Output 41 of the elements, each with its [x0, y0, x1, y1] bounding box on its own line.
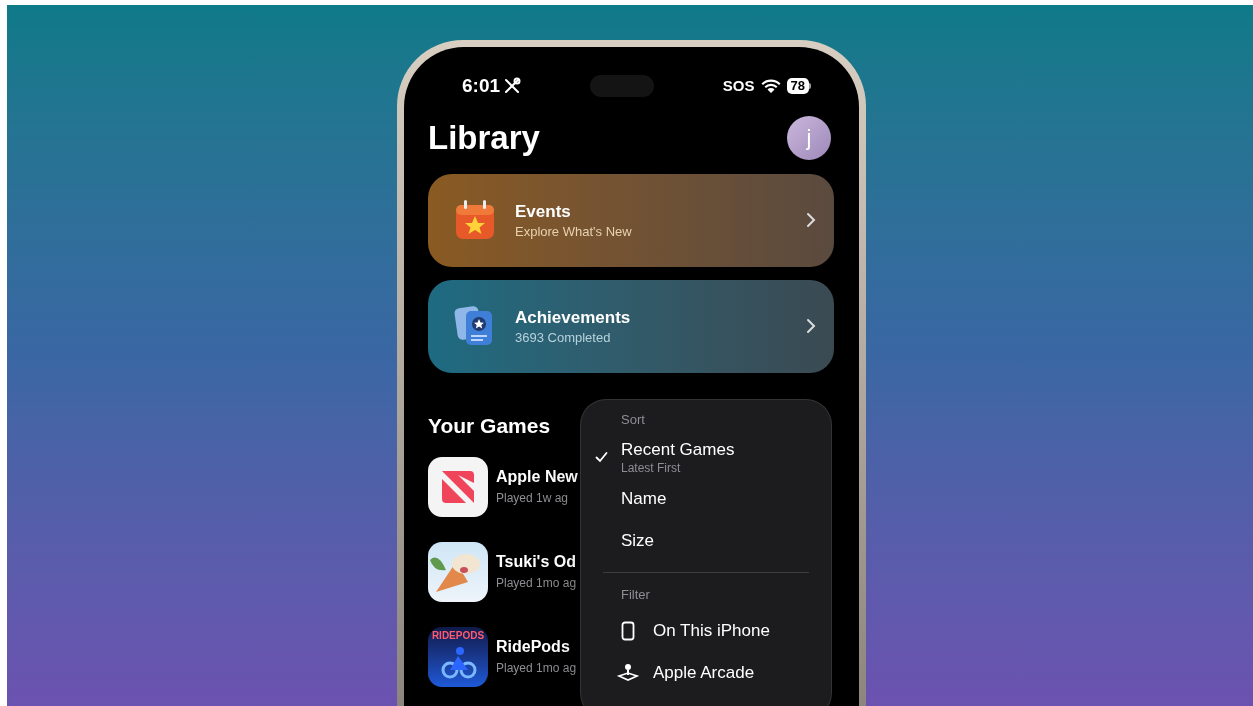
nav-card[interactable]: Events Explore What's New — [428, 173, 834, 267]
tools-icon — [503, 77, 522, 95]
menu-item[interactable]: Recent Games Latest First — [581, 435, 831, 478]
menu-section-header: Sort — [620, 411, 646, 429]
section-title: Your Games — [428, 412, 551, 439]
menu-item-label: Size — [621, 529, 655, 552]
chevron-right-icon — [806, 318, 816, 334]
game-title: Apple New — [496, 467, 578, 487]
menu-section-header: Filter — [620, 585, 651, 604]
card-subtitle: 3693 Completed — [515, 328, 612, 346]
menu-item[interactable]: Size — [581, 519, 831, 562]
app-icon-label: RIDEPODS — [431, 630, 485, 642]
game-title: RidePods — [496, 637, 570, 657]
game-subtitle: Played 1mo ag — [496, 575, 577, 592]
nav-card[interactable]: Achievements 3693 Completed — [428, 279, 834, 373]
chevron-right-icon — [806, 212, 816, 228]
game-subtitle: Played 1w ag — [496, 490, 569, 507]
menu-item-label: Name — [621, 487, 667, 510]
menu-item[interactable]: On This iPhone — [581, 610, 831, 652]
menu-item[interactable]: Name — [581, 477, 831, 520]
sos-label: SOS — [722, 75, 755, 96]
game-title: Tsuki's Od — [496, 552, 576, 572]
news-app-icon[interactable] — [428, 457, 488, 517]
game-subtitle: Played 1mo ag — [496, 660, 577, 677]
card-title: Achievements — [515, 306, 632, 329]
page-title: Library — [428, 118, 540, 158]
card-title: Events — [515, 200, 572, 223]
menu-item[interactable]: Apple Arcade — [581, 652, 831, 694]
wifi-icon — [760, 78, 781, 94]
menu-item-detail: Latest First — [621, 460, 682, 475]
phone-icon — [621, 621, 635, 641]
rabbit-carrot-app-icon[interactable] — [428, 542, 488, 602]
card-subtitle: Explore What's New — [515, 222, 633, 240]
menu-item-label: On This iPhone — [653, 620, 770, 642]
battery-icon: 78 — [786, 78, 811, 94]
status-time: 6:01 — [462, 73, 501, 98]
ridepods-app-icon[interactable]: RIDEPODS — [428, 627, 488, 687]
joystick-icon — [617, 663, 639, 683]
menu-item-label: Apple Arcade — [653, 662, 755, 684]
menu-item-label: Recent Games — [621, 438, 735, 461]
calendar-star-icon — [454, 199, 496, 241]
